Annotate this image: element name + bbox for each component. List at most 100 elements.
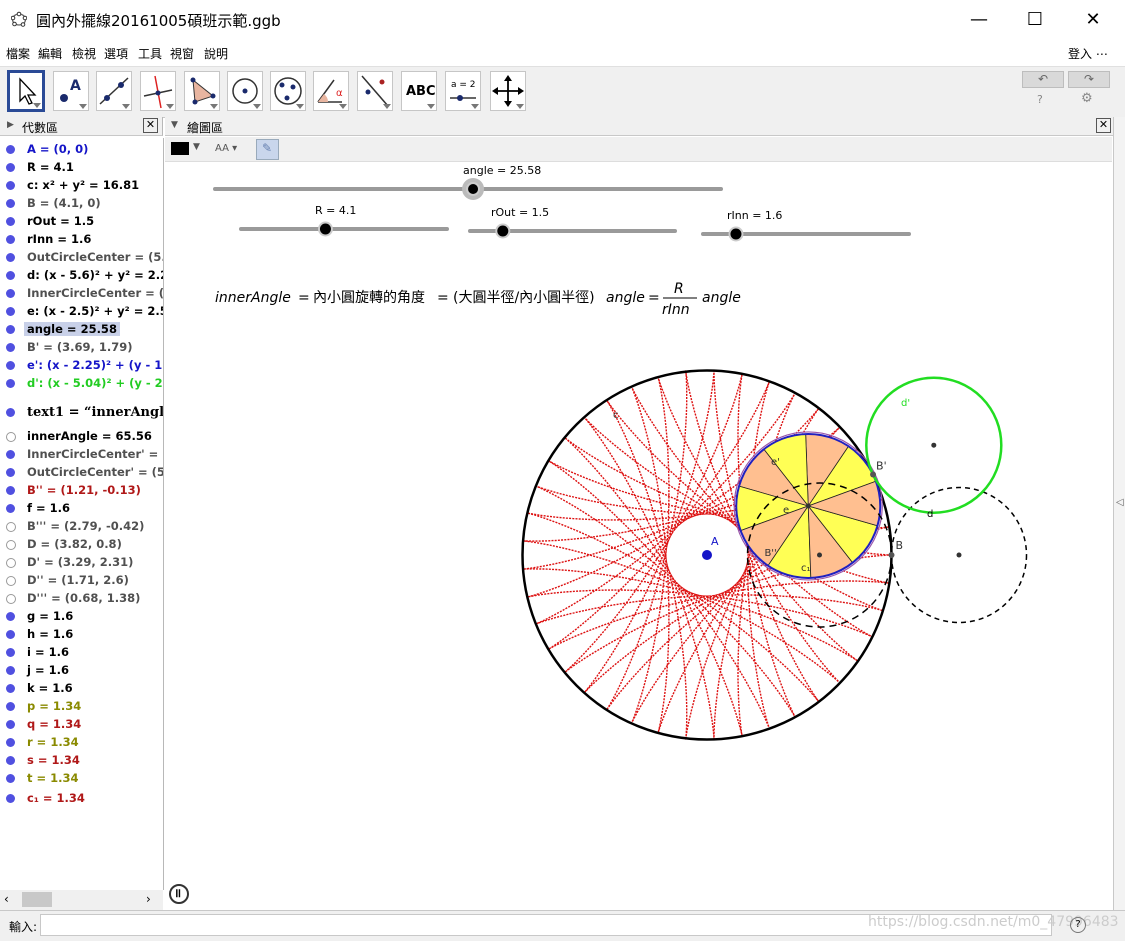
graphics-close-icon[interactable]: ✕ bbox=[1096, 118, 1111, 133]
expand-arrow-icon[interactable]: ▶ bbox=[7, 120, 14, 130]
scroll-thumb[interactable] bbox=[22, 892, 52, 907]
algebra-row[interactable]: innerAngle = 65.56 bbox=[0, 427, 163, 445]
algebra-row[interactable]: r = 1.34 bbox=[0, 733, 163, 751]
algebra-row[interactable]: h = 1.6 bbox=[0, 625, 163, 643]
input-help-icon[interactable]: ? bbox=[1070, 917, 1086, 933]
visibility-toggle-icon[interactable] bbox=[6, 702, 15, 711]
algebra-row[interactable]: D = (3.82, 0.8) bbox=[0, 535, 163, 553]
visibility-toggle-icon[interactable] bbox=[6, 253, 15, 262]
algebra-row[interactable]: j = 1.6 bbox=[0, 661, 163, 679]
collapse-arrow-icon[interactable]: ▼ bbox=[171, 120, 178, 130]
algebra-row[interactable]: InnerCircleCenter = (2.5, 0) bbox=[0, 284, 163, 302]
move-graphics-view-tool-button[interactable] bbox=[490, 71, 526, 111]
slider-knob-rOut[interactable] bbox=[495, 223, 511, 239]
algebra-row[interactable]: rInn = 1.6 bbox=[0, 230, 163, 248]
visibility-toggle-icon[interactable] bbox=[6, 630, 15, 639]
graphics-view[interactable]: angle = 25.58 R = 4.1 rOut = 1.5 rInn = 1.6… bbox=[165, 162, 1113, 910]
maximize-button[interactable]: ☐ bbox=[1012, 0, 1058, 38]
algebra-row[interactable]: InnerCircleCenter' = (2.25, 1.09) bbox=[0, 445, 163, 463]
algebra-row[interactable]: D' = (3.29, 2.31) bbox=[0, 553, 163, 571]
algebra-row[interactable]: e: (x - 2.5)² + y² = 2.56 bbox=[0, 302, 163, 320]
algebra-row[interactable]: D'' = (1.71, 2.6) bbox=[0, 571, 163, 589]
algebra-row[interactable]: g = 1.6 bbox=[0, 607, 163, 625]
pin-button[interactable]: ✎ bbox=[256, 139, 279, 160]
algebra-row[interactable]: B'' = (1.21, -0.13) bbox=[0, 481, 163, 499]
algebra-row[interactable]: OutCircleCenter' = (5.04, 2.44) bbox=[0, 463, 163, 481]
redo-button[interactable]: ↷ bbox=[1068, 71, 1110, 88]
algebra-row[interactable]: rOut = 1.5 bbox=[0, 212, 163, 230]
visibility-toggle-icon[interactable] bbox=[6, 684, 15, 693]
algebra-row[interactable]: d: (x - 5.6)² + y² = 2.25 bbox=[0, 266, 163, 284]
visibility-toggle-icon[interactable] bbox=[6, 756, 15, 765]
algebra-row[interactable]: c₁ = 1.34 bbox=[0, 789, 163, 807]
undo-button[interactable]: ↶ bbox=[1022, 71, 1064, 88]
circle-three-points-tool-button[interactable] bbox=[270, 71, 306, 111]
reflect-tool-button[interactable] bbox=[357, 71, 393, 111]
visibility-toggle-icon[interactable] bbox=[6, 504, 15, 513]
visibility-toggle-icon[interactable] bbox=[6, 738, 15, 747]
visibility-toggle-icon[interactable] bbox=[6, 774, 15, 783]
menu-view[interactable]: 檢視 bbox=[72, 45, 96, 62]
visibility-toggle-icon[interactable] bbox=[6, 379, 15, 388]
algebra-horizontal-scrollbar[interactable]: ‹ › bbox=[0, 890, 163, 910]
menu-file[interactable]: 檔案 bbox=[6, 45, 30, 62]
algebra-row[interactable]: A = (0, 0) bbox=[0, 140, 163, 158]
visibility-toggle-icon[interactable] bbox=[6, 145, 15, 154]
slider-knob-rInn[interactable] bbox=[728, 226, 744, 242]
visibility-toggle-icon[interactable] bbox=[6, 558, 16, 568]
visibility-toggle-icon[interactable] bbox=[6, 540, 16, 550]
algebra-row[interactable]: B' = (3.69, 1.79) bbox=[0, 338, 163, 356]
menu-window[interactable]: 視窗 bbox=[170, 45, 194, 62]
algebra-row[interactable]: s = 1.34 bbox=[0, 751, 163, 769]
pause-animation-button[interactable]: ॥ bbox=[169, 884, 189, 904]
help-icon[interactable]: ? bbox=[1037, 93, 1043, 106]
menu-edit[interactable]: 編輯 bbox=[38, 45, 62, 62]
settings-gear-icon[interactable]: ⚙ bbox=[1081, 91, 1093, 106]
polygon-tool-button[interactable] bbox=[184, 71, 220, 111]
right-panel-edge[interactable]: ◁ bbox=[1113, 117, 1125, 910]
visibility-toggle-icon[interactable] bbox=[6, 343, 15, 352]
visibility-toggle-icon[interactable] bbox=[6, 181, 15, 190]
scroll-left-icon[interactable]: ‹ bbox=[4, 892, 9, 906]
login-link[interactable]: 登入 ⋯ bbox=[1068, 45, 1108, 62]
visibility-toggle-icon[interactable] bbox=[6, 576, 16, 586]
algebra-row[interactable]: k = 1.6 bbox=[0, 679, 163, 697]
algebra-close-icon[interactable]: ✕ bbox=[143, 118, 158, 133]
algebra-row[interactable]: D''' = (0.68, 1.38) bbox=[0, 589, 163, 607]
visibility-toggle-icon[interactable] bbox=[6, 468, 15, 477]
scroll-right-icon[interactable]: › bbox=[146, 892, 151, 906]
visibility-toggle-icon[interactable] bbox=[6, 486, 15, 495]
visibility-toggle-icon[interactable] bbox=[6, 361, 15, 370]
algebra-row[interactable]: e': (x - 2.25)² + (y - 1.09)² bbox=[0, 356, 163, 374]
color-dropdown-icon[interactable]: ▼ bbox=[193, 142, 200, 152]
menu-options[interactable]: 選項 bbox=[104, 45, 128, 62]
visibility-toggle-icon[interactable] bbox=[6, 325, 15, 334]
visibility-toggle-icon[interactable] bbox=[6, 794, 15, 803]
algebra-row[interactable]: t = 1.34 bbox=[0, 769, 163, 787]
visibility-toggle-icon[interactable] bbox=[6, 235, 15, 244]
algebra-row[interactable]: B = (4.1, 0) bbox=[0, 194, 163, 212]
expand-side-icon[interactable]: ◁ bbox=[1116, 497, 1124, 508]
slider-knob-angle[interactable] bbox=[466, 182, 481, 196]
color-swatch[interactable] bbox=[171, 142, 189, 155]
point-tool-button[interactable]: A bbox=[53, 71, 89, 111]
algebra-row[interactable]: f = 1.6 bbox=[0, 499, 163, 517]
visibility-toggle-icon[interactable] bbox=[6, 522, 16, 532]
minimize-button[interactable]: — bbox=[956, 0, 1002, 38]
algebra-row[interactable]: OutCircleCenter = (5.6, 0) bbox=[0, 248, 163, 266]
perpendicular-tool-button[interactable] bbox=[140, 71, 176, 111]
text-tool-button[interactable]: ABC bbox=[401, 71, 437, 111]
algebra-row[interactable]: angle = 25.58 bbox=[0, 320, 163, 338]
visibility-toggle-icon[interactable] bbox=[6, 408, 15, 417]
visibility-toggle-icon[interactable] bbox=[6, 307, 15, 316]
algebra-row[interactable]: R = 4.1 bbox=[0, 158, 163, 176]
visibility-toggle-icon[interactable] bbox=[6, 720, 15, 729]
algebra-row[interactable]: i = 1.6 bbox=[0, 643, 163, 661]
algebra-row[interactable]: p = 1.34 bbox=[0, 697, 163, 715]
angle-tool-button[interactable]: α bbox=[313, 71, 349, 111]
visibility-toggle-icon[interactable] bbox=[6, 648, 15, 657]
visibility-toggle-icon[interactable] bbox=[6, 432, 16, 442]
menu-tools[interactable]: 工具 bbox=[138, 45, 162, 62]
algebra-row[interactable]: c: x² + y² = 16.81 bbox=[0, 176, 163, 194]
algebra-row[interactable]: q = 1.34 bbox=[0, 715, 163, 733]
